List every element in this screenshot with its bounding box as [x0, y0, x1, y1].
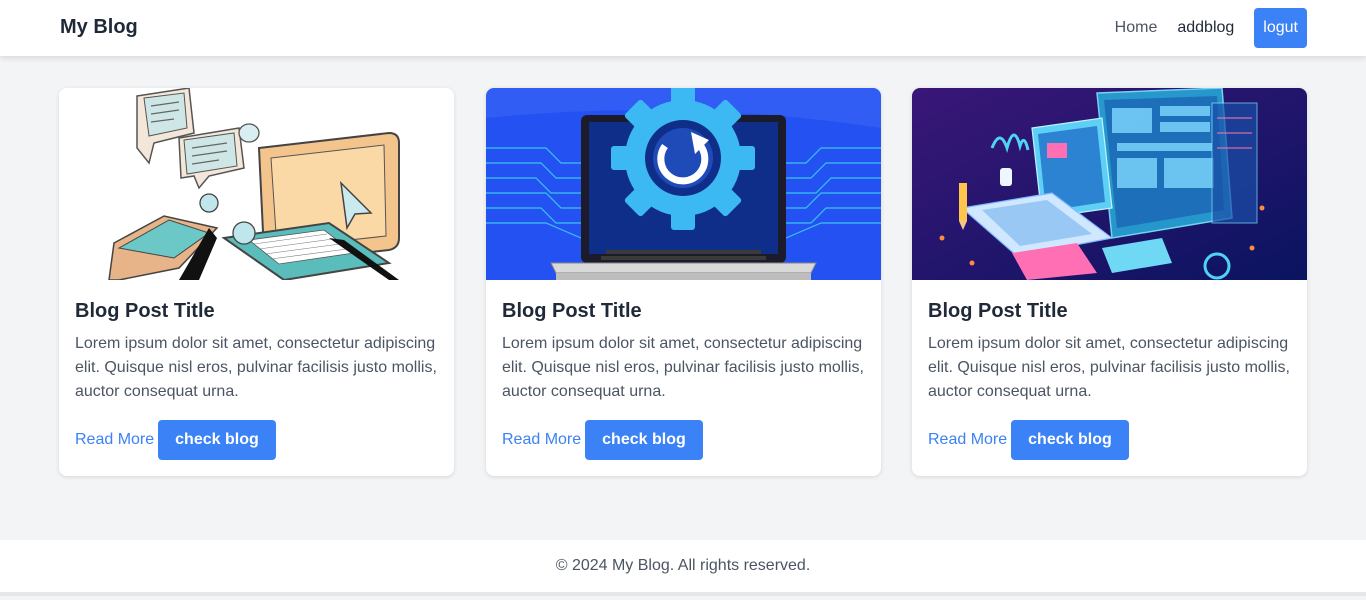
post-title: Blog Post Title: [502, 300, 642, 322]
devices-dashboard-illustration-icon: [912, 88, 1307, 280]
post-excerpt: Lorem ipsum dolor sit amet, consectetur …: [502, 335, 864, 400]
check-blog-button[interactable]: check blog: [158, 420, 276, 460]
blog-card: Blog Post Title Lorem ipsum dolor sit am…: [912, 88, 1307, 476]
footer: © 2024 My Blog. All rights reserved.: [0, 540, 1366, 596]
post-excerpt: Lorem ipsum dolor sit amet, consectetur …: [928, 335, 1290, 400]
nav-links: Home addblog logut: [1115, 8, 1307, 48]
nav-addblog-link[interactable]: addblog: [1177, 19, 1234, 37]
read-more-link[interactable]: Read More: [928, 431, 1007, 449]
post-excerpt: Lorem ipsum dolor sit amet, consectetur …: [75, 335, 437, 400]
check-blog-button[interactable]: check blog: [1011, 420, 1129, 460]
check-blog-button[interactable]: check blog: [585, 420, 703, 460]
brand-title[interactable]: My Blog: [60, 16, 138, 39]
laptop-chat-illustration-icon: [59, 88, 454, 280]
post-title: Blog Post Title: [928, 300, 1068, 322]
blog-card: Blog Post Title Lorem ipsum dolor sit am…: [486, 88, 881, 476]
footer-copyright: © 2024 My Blog. All rights reserved.: [555, 557, 811, 574]
laptop-update-gear-illustration-icon: [486, 88, 881, 280]
read-more-link[interactable]: Read More: [502, 431, 581, 449]
navbar: My Blog Home addblog logut: [0, 0, 1366, 56]
blog-card: Blog Post Title Lorem ipsum dolor sit am…: [59, 88, 454, 476]
post-title: Blog Post Title: [75, 300, 215, 322]
logout-button[interactable]: logut: [1254, 8, 1307, 48]
nav-home-link[interactable]: Home: [1115, 19, 1158, 37]
read-more-link[interactable]: Read More: [75, 431, 154, 449]
